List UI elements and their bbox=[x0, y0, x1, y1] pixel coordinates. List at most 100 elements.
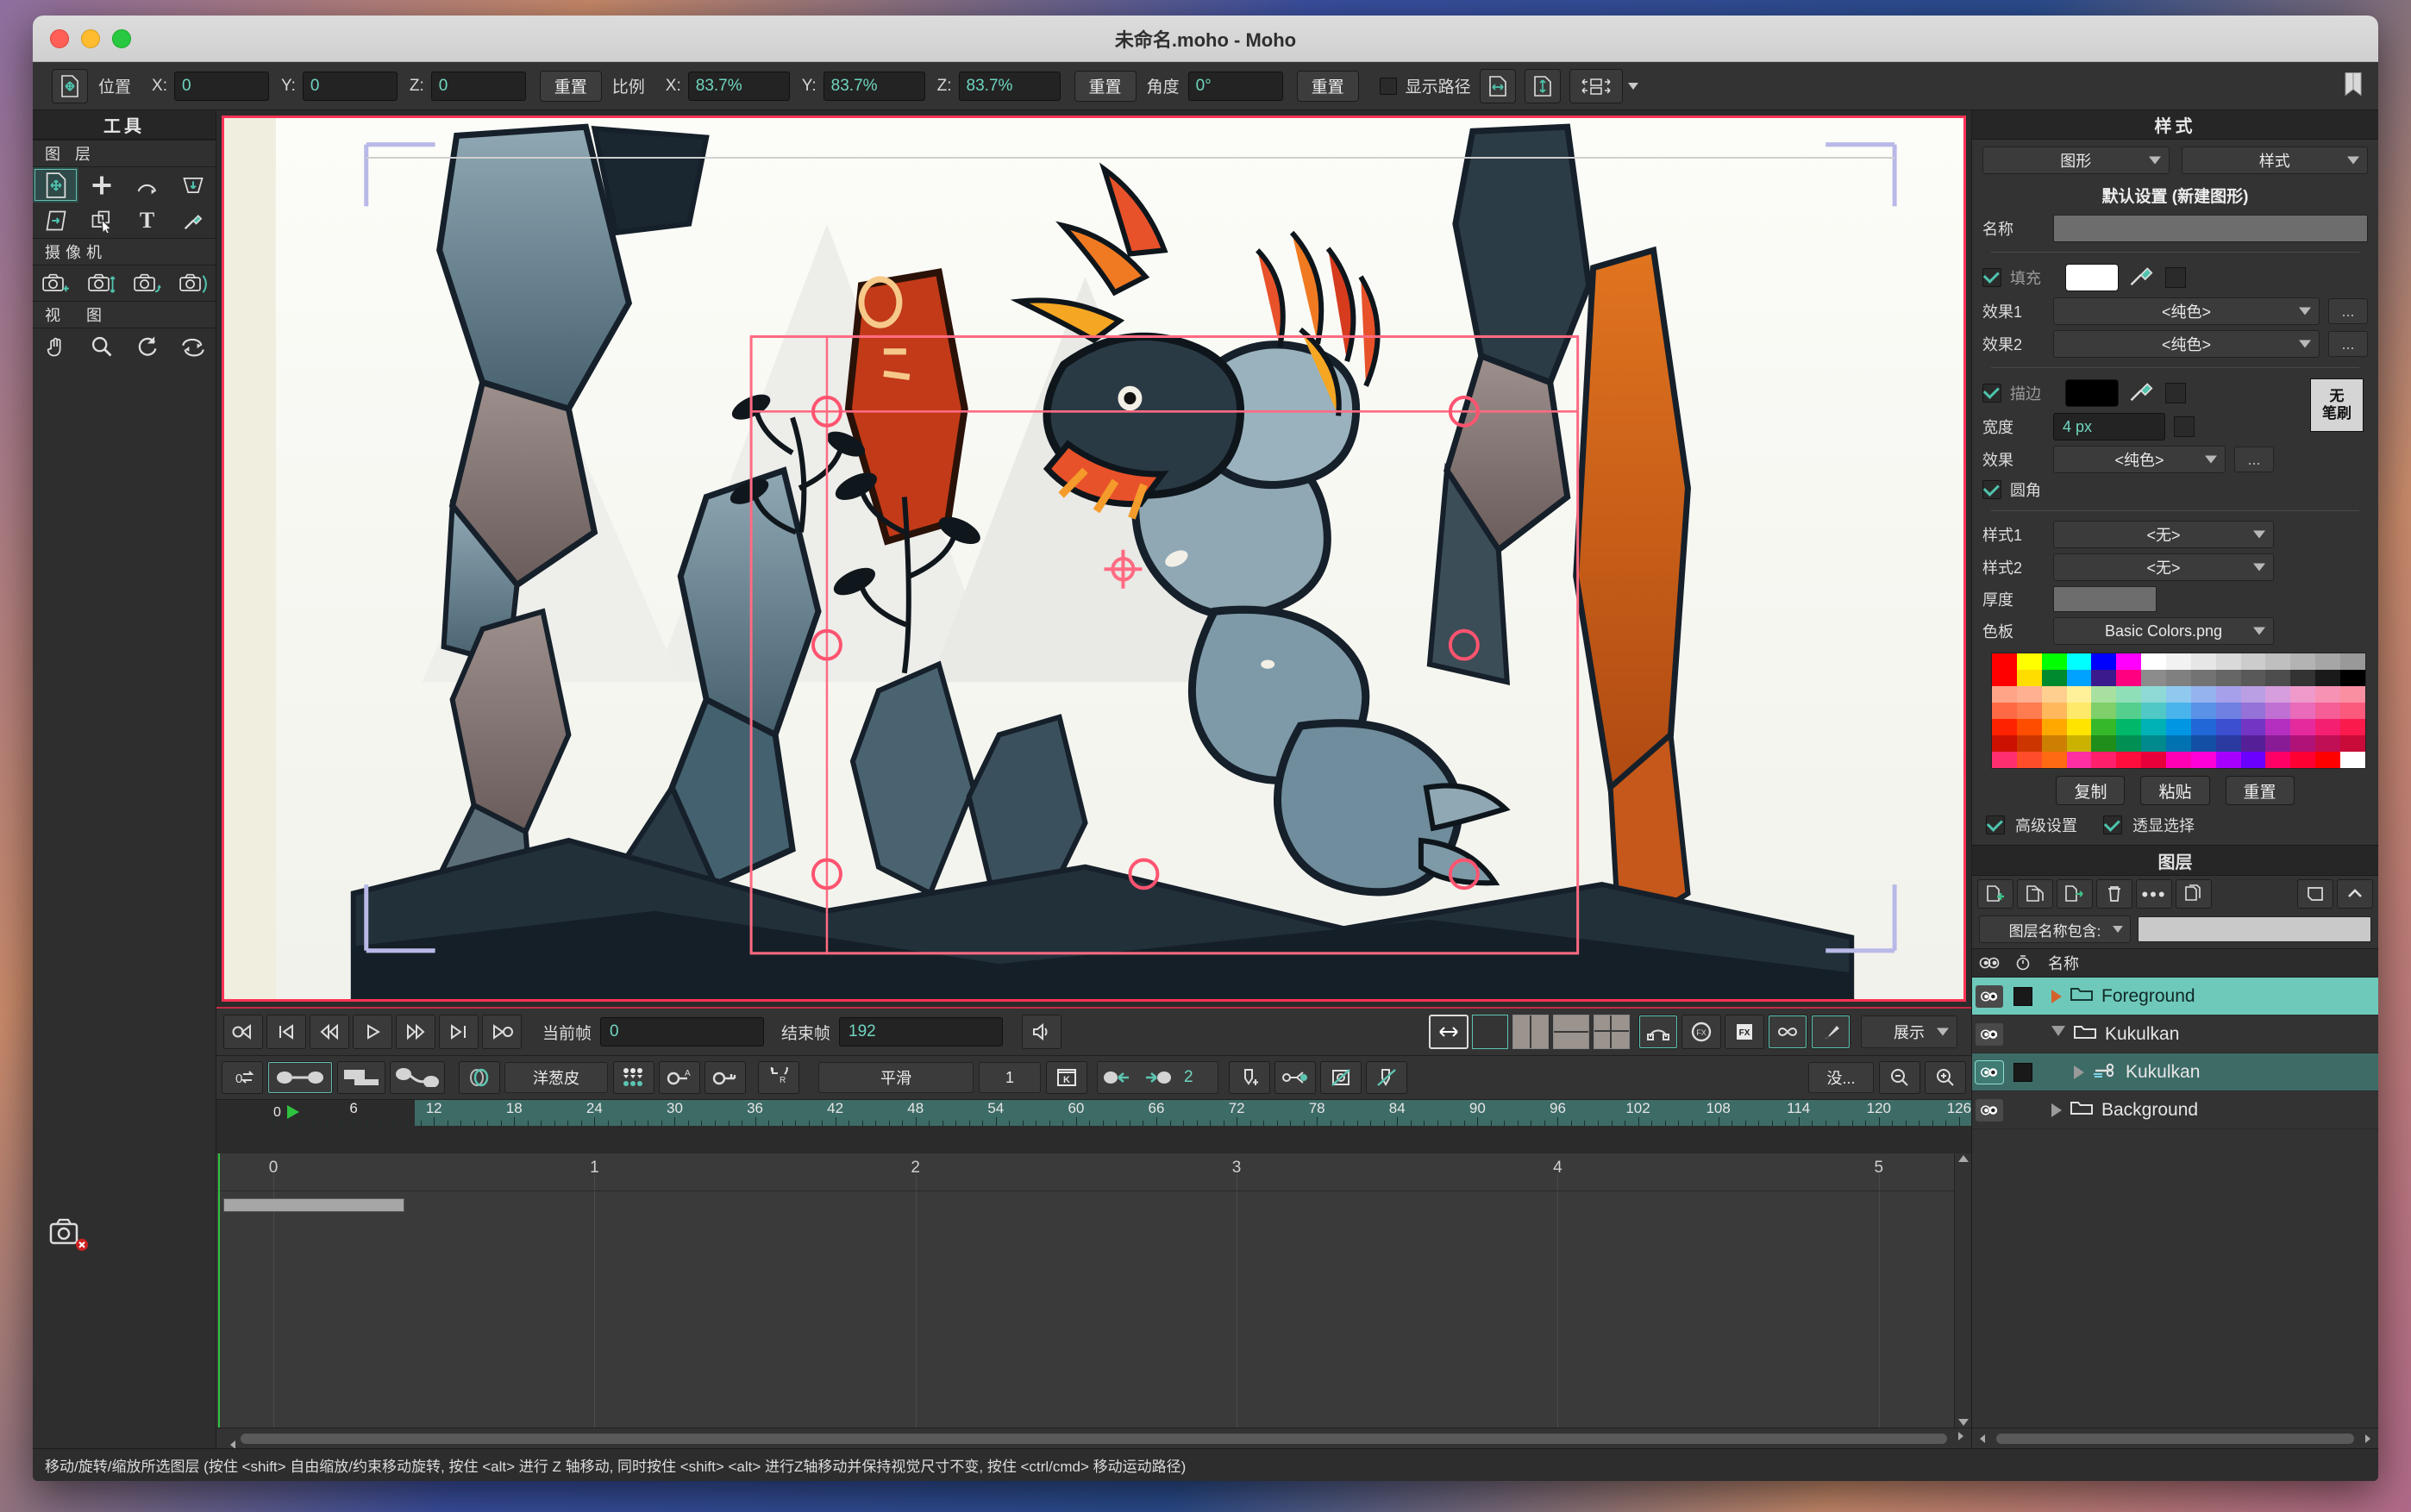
reset-angle-button[interactable]: 重置 bbox=[1297, 71, 1359, 102]
fit-width-icon[interactable] bbox=[1429, 1015, 1469, 1049]
palette-swatch[interactable] bbox=[2315, 752, 2340, 768]
flip-horizontal-icon[interactable] bbox=[1480, 69, 1516, 103]
palette-swatch[interactable] bbox=[1992, 670, 2017, 686]
palette-swatch[interactable] bbox=[2340, 735, 2365, 752]
palette-swatch[interactable] bbox=[2191, 670, 2216, 686]
palette-swatch[interactable] bbox=[2340, 703, 2365, 719]
seconds-ruler[interactable]: 012345 bbox=[216, 1153, 1971, 1191]
timeline-horizontal-scrollbar[interactable] bbox=[216, 1428, 1971, 1448]
fx-circle-icon[interactable]: FX bbox=[1681, 1015, 1721, 1049]
palette-swatch[interactable] bbox=[2091, 670, 2116, 686]
layer-name-cell[interactable]: Kukulkan bbox=[2039, 1022, 2179, 1047]
palette-swatch[interactable] bbox=[2067, 703, 2092, 719]
palette-swatch[interactable] bbox=[2017, 703, 2042, 719]
palette-swatch[interactable] bbox=[2116, 686, 2141, 703]
palette-swatch[interactable] bbox=[2216, 670, 2241, 686]
palette-swatch[interactable] bbox=[2340, 719, 2365, 735]
palette-swatch[interactable] bbox=[2241, 670, 2266, 686]
selection-overlay[interactable] bbox=[224, 118, 1963, 999]
bezier-icon[interactable] bbox=[1638, 1015, 1678, 1049]
text-tool[interactable]: T bbox=[124, 203, 170, 238]
palette-swatch[interactable] bbox=[2315, 703, 2340, 719]
hide-bone-icon[interactable] bbox=[1366, 1061, 1407, 1094]
palette-swatch[interactable] bbox=[2191, 686, 2216, 703]
palette-swatch[interactable] bbox=[2315, 686, 2340, 703]
fx-square-icon[interactable]: FX bbox=[1725, 1015, 1764, 1049]
palette-swatch[interactable] bbox=[2116, 735, 2141, 752]
smooth-interp-icon[interactable] bbox=[390, 1061, 445, 1094]
round-corner-checkbox[interactable] bbox=[1982, 480, 2001, 499]
copy-style-button[interactable]: 复制 bbox=[2056, 776, 2125, 805]
palette-swatch[interactable] bbox=[2166, 735, 2191, 752]
palette-swatch[interactable] bbox=[2067, 752, 2092, 768]
camera-zoom-tool[interactable] bbox=[78, 266, 124, 301]
interp-count-select[interactable]: 1 bbox=[979, 1062, 1041, 1093]
palette-swatch[interactable] bbox=[2290, 719, 2315, 735]
palette-swatch[interactable] bbox=[2017, 670, 2042, 686]
palette-swatch[interactable] bbox=[2265, 703, 2290, 719]
palette-swatch[interactable] bbox=[2166, 703, 2191, 719]
collapse-icon[interactable] bbox=[2337, 879, 2373, 909]
play-icon[interactable] bbox=[353, 1015, 392, 1049]
palette-swatch[interactable] bbox=[2191, 719, 2216, 735]
rotate-layer-xy-tool[interactable] bbox=[124, 167, 170, 203]
playhead-marker[interactable]: 0 bbox=[270, 1102, 306, 1126]
pos-z-input[interactable]: 0 bbox=[431, 72, 526, 101]
palette-swatch[interactable] bbox=[2241, 653, 2266, 670]
fill-extra-square[interactable] bbox=[2165, 267, 2186, 288]
palette-swatch[interactable] bbox=[2166, 653, 2191, 670]
style-name-input[interactable] bbox=[2053, 215, 2368, 242]
layer-row[interactable]: Kukulkan bbox=[1972, 1015, 2378, 1053]
palette-swatch[interactable] bbox=[1992, 703, 2017, 719]
interp-type-select[interactable]: 平滑 bbox=[818, 1062, 974, 1093]
palette-swatch[interactable] bbox=[2091, 719, 2116, 735]
effect2-options-button[interactable]: ... bbox=[2328, 331, 2368, 357]
palette-swatch[interactable] bbox=[2216, 703, 2241, 719]
stroke-checkbox[interactable] bbox=[1982, 384, 2001, 403]
palette-swatch[interactable] bbox=[2241, 703, 2266, 719]
add-point-anim-icon[interactable] bbox=[1229, 1061, 1270, 1094]
palette-swatch[interactable] bbox=[2315, 670, 2340, 686]
palette-swatch[interactable] bbox=[2216, 686, 2241, 703]
shear-layer-tool[interactable] bbox=[33, 203, 78, 238]
onion-skin-select[interactable]: 洋葱皮 bbox=[504, 1062, 608, 1093]
palette-swatch[interactable] bbox=[2116, 670, 2141, 686]
pan-view-tool[interactable] bbox=[33, 328, 78, 364]
palette-swatch[interactable] bbox=[2241, 686, 2266, 703]
palette-swatch[interactable] bbox=[2216, 752, 2241, 768]
key-next-icon[interactable] bbox=[1137, 1069, 1177, 1086]
palette-row[interactable] bbox=[1992, 703, 2365, 719]
palette-swatch[interactable] bbox=[2315, 653, 2340, 670]
frame-ruler[interactable]: 0612182430364248546066727884909610210811… bbox=[216, 1100, 1971, 1126]
camera-track-indicator[interactable] bbox=[44, 1210, 96, 1262]
color-palette[interactable] bbox=[1991, 653, 2366, 769]
palette-swatch[interactable] bbox=[2290, 703, 2315, 719]
palette-row[interactable] bbox=[1992, 752, 2365, 768]
rotate-view-tool[interactable] bbox=[124, 328, 170, 364]
layer-visibility-toggle[interactable] bbox=[1972, 1099, 2007, 1122]
show-path-checkbox-box[interactable] bbox=[1380, 78, 1397, 95]
next-keyframe-icon[interactable] bbox=[439, 1015, 479, 1049]
palette-swatch[interactable] bbox=[2315, 735, 2340, 752]
shear-layer-z-tool[interactable] bbox=[170, 167, 216, 203]
flip-vertical-icon[interactable] bbox=[1525, 69, 1561, 103]
palette-swatch[interactable] bbox=[2166, 719, 2191, 735]
palette-swatch[interactable] bbox=[2042, 719, 2067, 735]
palette-swatch[interactable] bbox=[2216, 719, 2241, 735]
palette-swatch[interactable] bbox=[2340, 686, 2365, 703]
layer-name-cell[interactable]: Foreground bbox=[2039, 984, 2195, 1009]
palette-row[interactable] bbox=[1992, 686, 2365, 703]
reset-scale-button[interactable]: 重置 bbox=[1074, 71, 1137, 102]
multi-key-icon[interactable] bbox=[613, 1061, 654, 1094]
palette-swatch[interactable] bbox=[2067, 653, 2092, 670]
effect-select[interactable]: <纯色> bbox=[2053, 446, 2226, 473]
stroke-eyedropper-icon[interactable] bbox=[2127, 378, 2157, 408]
effect2-select[interactable]: <纯色> bbox=[2053, 330, 2320, 358]
add-point-tool[interactable] bbox=[78, 167, 124, 203]
palette-row[interactable] bbox=[1992, 653, 2365, 670]
canvas-area[interactable] bbox=[216, 110, 1971, 1007]
keyframe-offset-value[interactable]: 2 bbox=[1177, 1068, 1218, 1087]
artboard[interactable] bbox=[224, 118, 1963, 999]
orbit-view-tool[interactable] bbox=[170, 328, 216, 364]
palette-swatch[interactable] bbox=[2166, 670, 2191, 686]
